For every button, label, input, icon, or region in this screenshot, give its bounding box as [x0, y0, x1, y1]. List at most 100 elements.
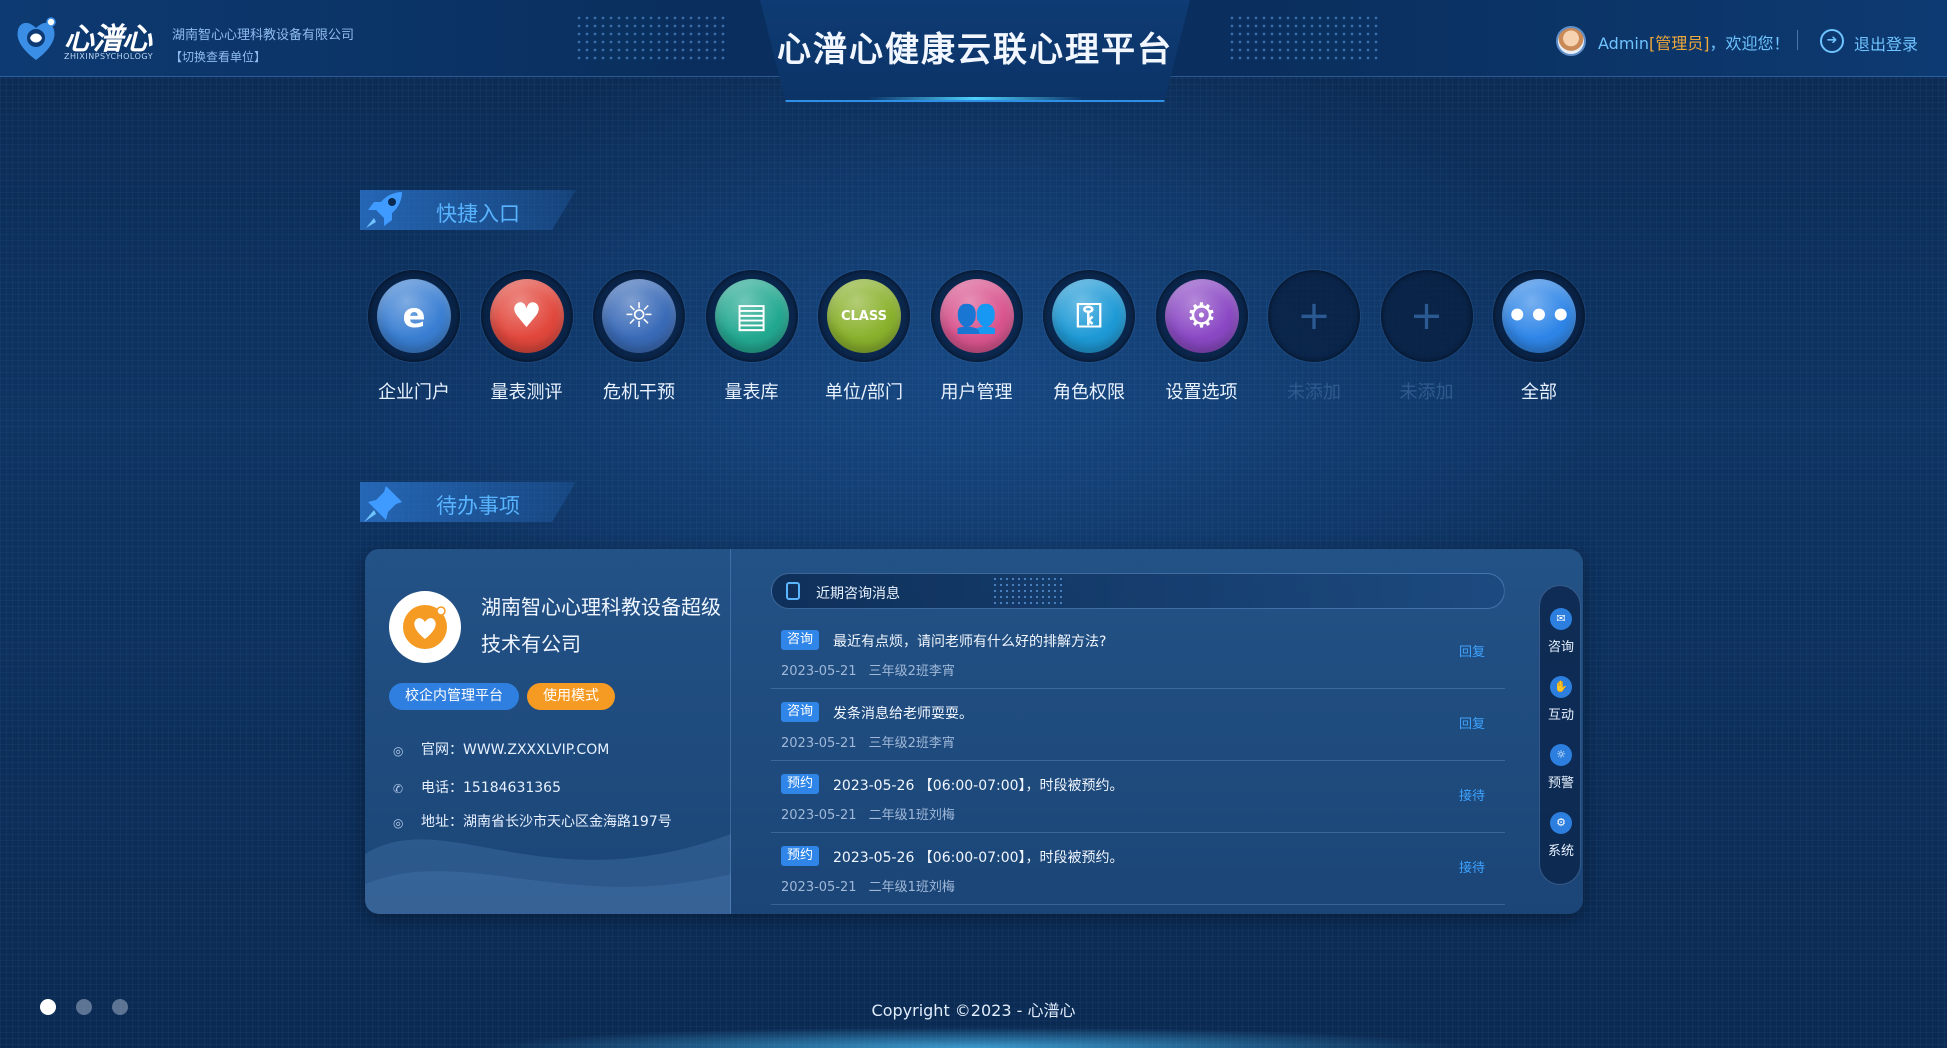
handshake-icon: ✋ — [1550, 676, 1572, 698]
chat-icon: ✉ — [1550, 608, 1572, 630]
user-name: Admin — [1598, 34, 1649, 53]
logout-arrow-icon[interactable]: ➜ — [1820, 29, 1844, 53]
users-icon[interactable]: 👥 — [939, 279, 1014, 353]
quick-entry-9[interactable]: + 未添加 — [1371, 270, 1483, 410]
side-rail: ✉ 咨询 ✋ 互动 ☼ 预警 ⚙ 系统 — [1539, 585, 1581, 885]
message-date: 2023-05-21 — [781, 808, 857, 823]
alarm-icon: ☼ — [1550, 744, 1572, 766]
message-sender: 三年级2班李宵 — [868, 736, 955, 751]
message-meta: 2023-05-21 二年级1班刘梅 — [781, 876, 955, 895]
logout-button[interactable]: 退出登录 — [1854, 31, 1918, 55]
location-pin-icon: ◎ — [393, 744, 404, 758]
phone-text: 电话：15184631365 — [421, 780, 561, 796]
message-text: 2023-05-26 【06:00-07:00】，时段被预约。 — [833, 778, 1124, 794]
user-avatar[interactable] — [1556, 26, 1586, 56]
quick-entry-section-title: 快捷入口 — [320, 186, 600, 230]
header-company-name: 湖南智心心理科教设备有限公司 — [172, 28, 355, 43]
rail-item-label: 系统 — [1547, 844, 1574, 859]
rail-item-label: 互动 — [1547, 708, 1574, 723]
company-address: ◎ 地址：湖南省长沙市天心区金海路197号 — [393, 811, 672, 831]
quick-entry-5[interactable]: 👥 用户管理 — [921, 270, 1033, 410]
company-info-card: 湖南智心心理科教设备超级技术有公司 校企内管理平台 使用模式 ◎ 官网：WWW.Z… — [365, 549, 731, 914]
message-type-badge: 咨询 — [781, 702, 820, 722]
message-action-button[interactable]: 回复 — [1459, 641, 1485, 660]
heart-icon[interactable]: ♥ — [489, 279, 564, 353]
switch-unit-link[interactable]: 【切换查看单位】 — [170, 48, 266, 65]
rocket-icon — [366, 192, 402, 228]
phone-message-icon — [786, 582, 800, 600]
copyright: Copyright ©2023 - 心潽心 — [871, 1001, 1076, 1020]
message-action-button[interactable]: 接待 — [1459, 857, 1485, 876]
company-logo — [389, 591, 461, 663]
message-action-button[interactable]: 接待 — [1459, 785, 1485, 804]
quick-entry-label: 量表测评 — [490, 382, 563, 403]
welcome-text: Admin[管理员]，欢迎您！ — [1598, 30, 1790, 54]
quick-entry-1[interactable]: ♥ 量表测评 — [471, 270, 583, 410]
app-stage: 心潽心健康云联心理平台 心潽心 ZHIXINPSYCHOLOGY 湖南智心心理科… — [0, 0, 1947, 1048]
quick-entry-label: 全部 — [1521, 382, 1557, 403]
message-sender: 二年级1班刘梅 — [868, 808, 955, 823]
plus-icon[interactable]: + — [1277, 279, 1351, 353]
rail-item-0[interactable]: ✉ 咨询 — [1540, 608, 1582, 655]
plus-icon[interactable]: + — [1390, 279, 1464, 353]
message-row[interactable]: 咨询 发条消息给老师耍耍。 回复 2023-05-21 三年级2班李宵 — [771, 689, 1505, 761]
company-logo-icon — [403, 605, 447, 649]
ie-browser-icon[interactable]: e — [377, 279, 451, 353]
quick-entry-7[interactable]: ⚙ 设置选项 — [1146, 270, 1258, 410]
mode-tag[interactable]: 使用模式 — [527, 683, 615, 710]
rail-item-3[interactable]: ⚙ 系统 — [1540, 812, 1582, 859]
quick-entry-label: 设置选项 — [1165, 382, 1238, 403]
message-text: 2023-05-26 【06:00-07:00】，时段被预约。 — [833, 850, 1124, 866]
header-dots — [992, 576, 1062, 606]
quick-entry-4[interactable]: CLASS 单位/部门 — [808, 270, 920, 410]
platform-tag[interactable]: 校企内管理平台 — [389, 683, 519, 710]
quick-entry-3[interactable]: ▤ 量表库 — [696, 270, 808, 410]
class-sign-icon[interactable]: CLASS — [827, 279, 901, 353]
quick-entry-label: 危机干预 — [603, 382, 675, 403]
message-date: 2023-05-21 — [781, 664, 857, 679]
header-dots-left — [575, 14, 725, 64]
quick-entry-label: 未添加 — [1287, 382, 1341, 403]
quick-entry-0[interactable]: e 企业门户 — [358, 270, 470, 410]
page-title: 心潽心健康云联心理平台 — [777, 30, 1173, 70]
company-phone: ✆ 电话：15184631365 — [393, 777, 561, 797]
gear-icon[interactable]: ⚙ — [1164, 279, 1239, 353]
quick-entry-8[interactable]: + 未添加 — [1258, 270, 1370, 410]
more-icon[interactable]: ••• — [1502, 279, 1576, 353]
document-icon[interactable]: ▤ — [714, 279, 789, 353]
message-row[interactable]: 预约 2023-05-26 【06:00-07:00】，时段被预约。 接待 2023-… — [771, 761, 1505, 833]
rail-item-label: 预警 — [1547, 776, 1574, 791]
user-role: [管理员] — [1649, 34, 1710, 53]
message-row[interactable]: 咨询 最近有点烦，请问老师有什么好的排解方法? 回复 2023-05-21 三年级2班李… — [771, 617, 1505, 689]
company-website: ◎ 官网：WWW.ZXXXLVIP.COM — [393, 739, 609, 759]
brand-logo-subtext: ZHIXINPSYCHOLOGY — [64, 52, 154, 61]
quick-entry-title: 快捷入口 — [436, 202, 520, 226]
message-text: 发条消息给老师耍耍。 — [833, 706, 973, 722]
quick-entry-10[interactable]: ••• 全部 — [1483, 270, 1595, 410]
company-name: 湖南智心心理科教设备超级技术有公司 — [481, 595, 721, 656]
welcome-suffix: ，欢迎您！ — [1709, 34, 1790, 53]
quick-entry-label: 未添加 — [1399, 382, 1454, 403]
rail-item-1[interactable]: ✋ 互动 — [1540, 676, 1582, 723]
messages-title: 近期咨询消息 — [816, 586, 900, 602]
location-pin-icon: ◎ — [393, 816, 404, 830]
alarm-light-icon[interactable]: ☼ — [602, 279, 676, 353]
quick-entry-label: 单位/部门 — [824, 382, 904, 403]
gear-icon: ⚙ — [1550, 812, 1572, 834]
rail-item-2[interactable]: ☼ 预警 — [1540, 744, 1582, 791]
brand-logo-icon — [17, 17, 56, 60]
quick-entry-2[interactable]: ☼ 危机干预 — [583, 270, 695, 410]
message-meta: 2023-05-21 三年级2班李宵 — [781, 660, 955, 679]
message-meta: 2023-05-21 二年级1班刘梅 — [781, 804, 955, 823]
messages-header: 近期咨询消息 — [771, 573, 1505, 609]
website-text[interactable]: 官网：WWW.ZXXXLVIP.COM — [421, 742, 609, 758]
message-date: 2023-05-21 — [781, 736, 857, 751]
key-icon[interactable]: ⚿ — [1052, 279, 1126, 353]
message-sender: 二年级1班刘梅 — [868, 880, 955, 895]
quick-entry-6[interactable]: ⚿ 角色权限 — [1033, 270, 1145, 410]
message-row[interactable]: 预约 2023-05-26 【06:00-07:00】，时段被预约。 接待 2023-… — [771, 833, 1505, 905]
quick-entry-label: 角色权限 — [1053, 382, 1125, 403]
message-action-button[interactable]: 回复 — [1459, 713, 1485, 732]
message-sender: 三年级2班李宵 — [868, 664, 955, 679]
message-meta: 2023-05-21 三年级2班李宵 — [781, 732, 955, 751]
